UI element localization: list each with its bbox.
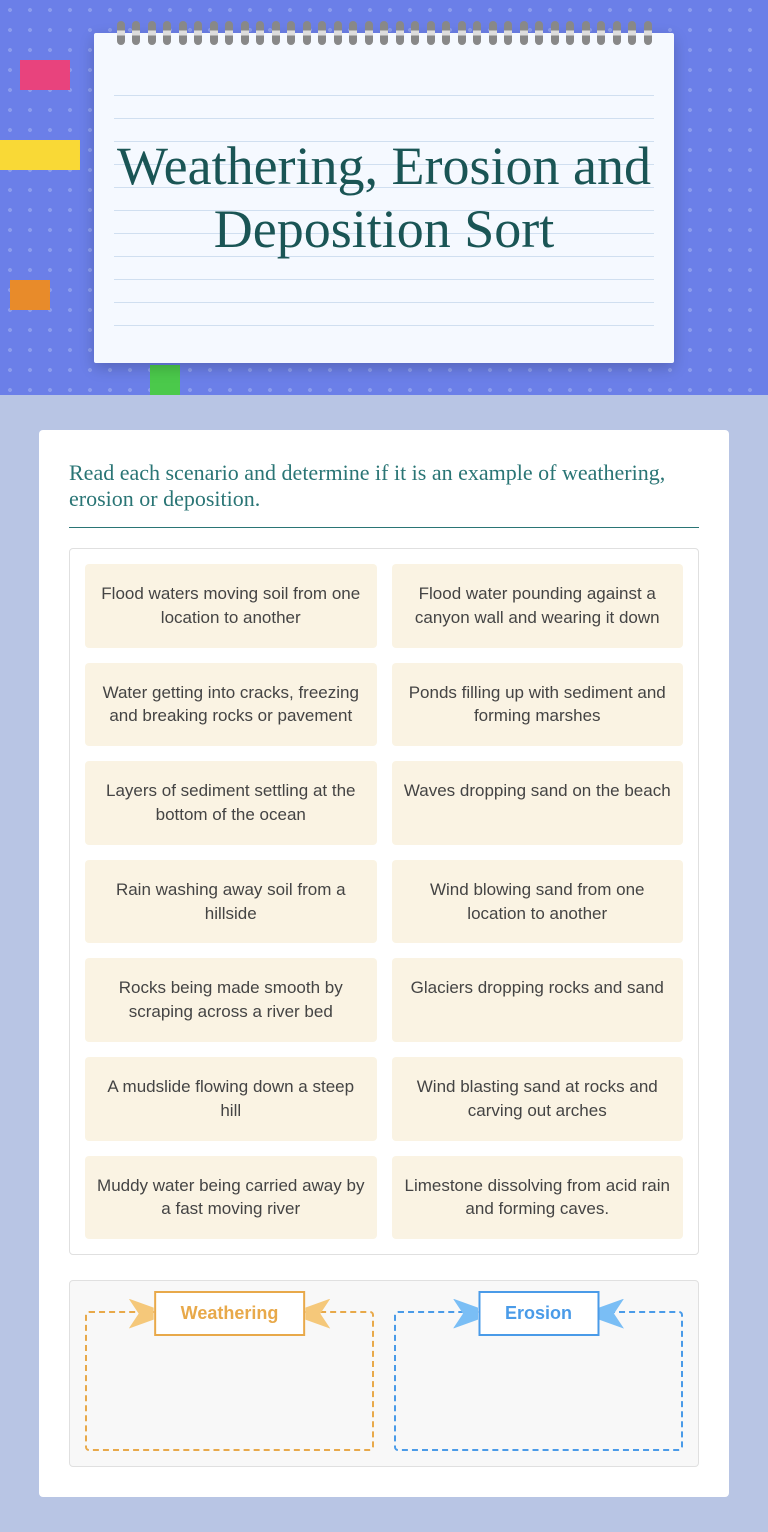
scenario-card[interactable]: Limestone dissolving from acid rain and … bbox=[392, 1156, 684, 1240]
scenario-card[interactable]: Waves dropping sand on the beach bbox=[392, 761, 684, 845]
decorative-tab bbox=[0, 140, 80, 170]
scenario-card[interactable]: Flood waters moving soil from one locati… bbox=[85, 564, 377, 648]
weathering-label: Weathering bbox=[154, 1291, 306, 1336]
decorative-tab bbox=[10, 280, 50, 310]
scenario-card[interactable]: Muddy water being carried away by a fast… bbox=[85, 1156, 377, 1240]
scenario-card[interactable]: Layers of sediment settling at the botto… bbox=[85, 761, 377, 845]
instructions-text: Read each scenario and determine if it i… bbox=[69, 460, 699, 528]
scenario-card[interactable]: Wind blasting sand at rocks and carving … bbox=[392, 1057, 684, 1141]
scenario-card[interactable]: Rocks being made smooth by scraping acro… bbox=[85, 958, 377, 1042]
banner-wing-icon bbox=[453, 1299, 478, 1329]
erosion-label: Erosion bbox=[478, 1291, 599, 1336]
banner-wing-icon bbox=[599, 1299, 624, 1329]
scenario-card[interactable]: Ponds filling up with sediment and formi… bbox=[392, 663, 684, 747]
scenario-card[interactable]: Water getting into cracks, freezing and … bbox=[85, 663, 377, 747]
spiral-binding bbox=[94, 21, 674, 45]
hero-section: Weathering, Erosion and Deposition Sort bbox=[0, 0, 768, 395]
decorative-tab bbox=[150, 365, 180, 395]
weathering-banner: Weathering bbox=[129, 1291, 331, 1336]
erosion-banner: Erosion bbox=[453, 1291, 624, 1336]
content-panel: Read each scenario and determine if it i… bbox=[39, 430, 729, 1497]
weathering-dropzone[interactable]: Weathering bbox=[85, 1311, 374, 1451]
dropzones-container: Weathering Erosion bbox=[69, 1280, 699, 1467]
scenario-card[interactable]: A mudslide flowing down a steep hill bbox=[85, 1057, 377, 1141]
erosion-dropzone[interactable]: Erosion bbox=[394, 1311, 683, 1451]
banner-wing-icon bbox=[129, 1299, 154, 1329]
scenario-card[interactable]: Rain washing away soil from a hillside bbox=[85, 860, 377, 944]
scenario-cards-container: Flood waters moving soil from one locati… bbox=[69, 548, 699, 1255]
page-title: Weathering, Erosion and Deposition Sort bbox=[114, 135, 654, 259]
scenario-card[interactable]: Flood water pounding against a canyon wa… bbox=[392, 564, 684, 648]
notepad: Weathering, Erosion and Deposition Sort bbox=[94, 33, 674, 363]
decorative-tab bbox=[20, 60, 70, 90]
scenario-card[interactable]: Glaciers dropping rocks and sand bbox=[392, 958, 684, 1042]
banner-wing-icon bbox=[305, 1299, 330, 1329]
scenario-card[interactable]: Wind blowing sand from one location to a… bbox=[392, 860, 684, 944]
